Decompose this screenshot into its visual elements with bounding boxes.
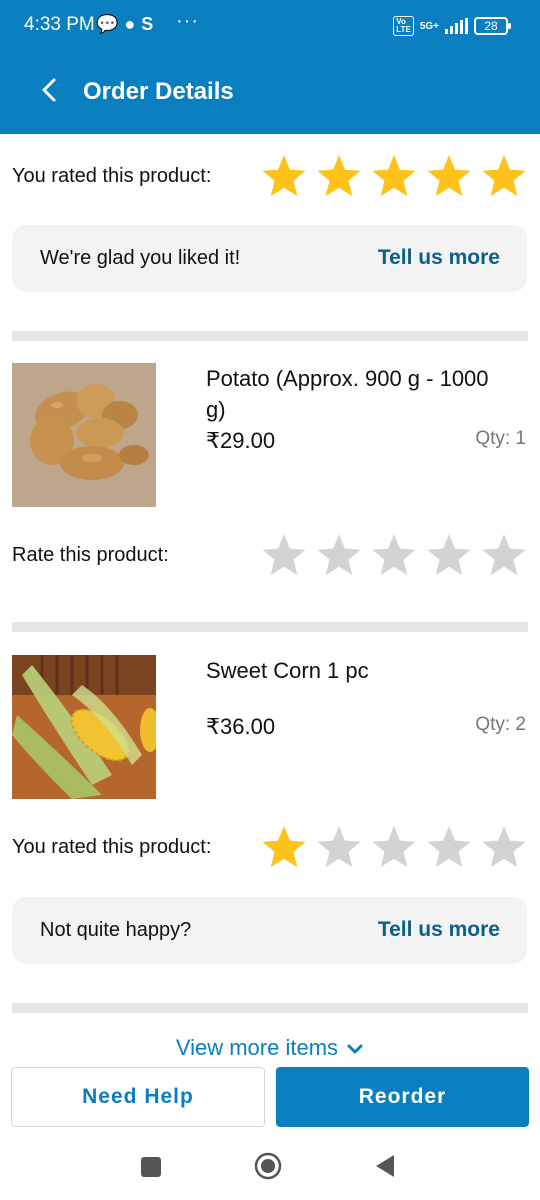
- app-bar: Order Details: [0, 58, 540, 124]
- view-more-label: View more items: [175, 1035, 339, 1060]
- rating-label: You rated this product:: [12, 164, 212, 187]
- rating-row-sweet-corn: You rated this product:: [12, 817, 528, 877]
- star-icon[interactable]: [315, 823, 363, 871]
- star-rating: [260, 531, 528, 579]
- section-divider: [12, 622, 528, 632]
- need-help-button[interactable]: Need Help: [11, 1067, 265, 1127]
- product-name: Sweet Corn 1 pc: [206, 658, 369, 683]
- view-more-items-link[interactable]: View more items: [0, 1035, 540, 1061]
- star-icon[interactable]: [425, 531, 473, 579]
- feedback-message: Not quite happy?: [40, 919, 192, 941]
- rating-label: You rated this product:: [12, 835, 212, 858]
- tell-us-more-link[interactable]: Tell us more: [378, 918, 500, 942]
- section-divider: [12, 331, 528, 341]
- more-notifications-icon: ···: [176, 10, 199, 32]
- s-app-icon: S: [141, 14, 154, 34]
- star-icon[interactable]: [370, 823, 418, 871]
- star-icon[interactable]: [370, 531, 418, 579]
- section-divider: [12, 1003, 528, 1013]
- star-icon[interactable]: [480, 531, 528, 579]
- star-icon[interactable]: [425, 152, 473, 200]
- back-button[interactable]: [36, 72, 66, 108]
- notification-icons: 💬 ● S: [96, 14, 159, 35]
- star-icon[interactable]: [315, 152, 363, 200]
- star-icon[interactable]: [315, 531, 363, 579]
- rating-label: Rate this product:: [12, 543, 169, 566]
- home-icon[interactable]: [254, 1152, 282, 1180]
- network-type: 5G+: [419, 20, 439, 32]
- rating-row-previous-item: You rated this product:: [12, 146, 528, 206]
- star-rating: [260, 152, 528, 200]
- signal-icon: [445, 18, 468, 34]
- back-nav-icon[interactable]: [374, 1154, 396, 1178]
- star-icon[interactable]: [425, 823, 473, 871]
- chevron-left-icon: [42, 78, 56, 102]
- product-price: ₹29.00: [206, 428, 276, 453]
- star-icon[interactable]: [480, 152, 528, 200]
- rating-row-potato: Rate this product:: [12, 525, 528, 585]
- potato-image[interactable]: [12, 363, 156, 507]
- chevron-down-icon: [347, 1044, 363, 1054]
- feedback-box: Not quite happy? Tell us more: [12, 897, 527, 964]
- feedback-box: We're glad you liked it! Tell us more: [12, 225, 527, 292]
- reorder-button[interactable]: Reorder: [276, 1067, 529, 1127]
- star-rating: [260, 823, 528, 871]
- top-bar: 4:33 PM 💬 ● S ··· Vo LTE 5G+ 28 Order Detai…: [0, 0, 540, 134]
- product-name: Potato (Approx. 900 g - 1000 g): [206, 366, 489, 422]
- star-icon[interactable]: [260, 823, 308, 871]
- product-qty: Qty: 1: [475, 428, 526, 449]
- status-time: 4:33 PM: [24, 14, 95, 35]
- star-icon[interactable]: [260, 531, 308, 579]
- volte-icon: Vo LTE: [393, 16, 414, 36]
- system-nav-bar: [0, 1138, 540, 1200]
- recent-apps-icon[interactable]: [140, 1156, 162, 1178]
- star-icon[interactable]: [260, 152, 308, 200]
- tell-us-more-link[interactable]: Tell us more: [378, 246, 500, 270]
- battery-icon: 28: [474, 17, 511, 35]
- product-qty: Qty: 2: [475, 714, 526, 735]
- star-icon[interactable]: [480, 823, 528, 871]
- feedback-message: We're glad you liked it!: [40, 247, 241, 269]
- status-right: Vo LTE 5G+ 28: [393, 16, 511, 36]
- sweet-corn-image[interactable]: [12, 655, 156, 799]
- message-icon: ●: [124, 14, 136, 34]
- page-title: Order Details: [83, 78, 234, 105]
- chat-bubble-icon: 💬: [96, 14, 119, 34]
- product-price: ₹36.00: [206, 714, 276, 739]
- star-icon[interactable]: [370, 152, 418, 200]
- status-bar: 4:33 PM 💬 ● S ··· Vo LTE 5G+ 28: [0, 0, 540, 50]
